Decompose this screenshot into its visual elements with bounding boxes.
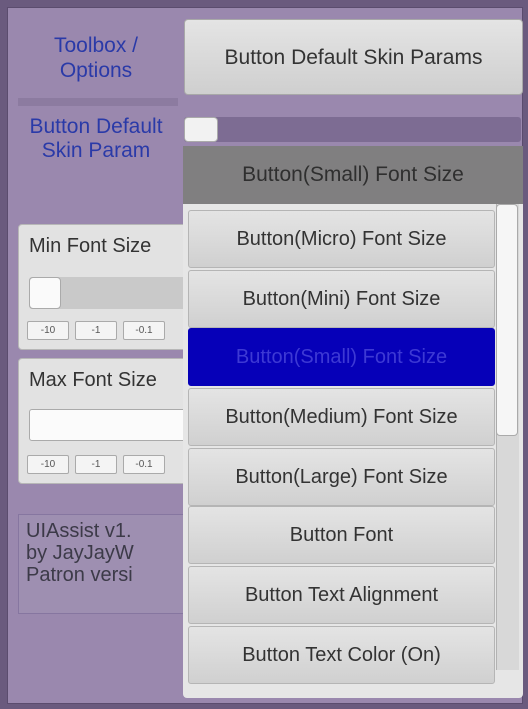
- horizontal-scroll-thumb[interactable]: [184, 117, 218, 142]
- info-line-3: Patron versi: [26, 564, 133, 586]
- step-minus-1-button[interactable]: -1: [75, 455, 117, 474]
- step-minus-1-button[interactable]: -1: [75, 321, 117, 340]
- dropdown-option[interactable]: Button(Mini) Font Size: [188, 270, 495, 328]
- dropdown-option[interactable]: Button(Large) Font Size: [188, 448, 495, 506]
- dropdown-option[interactable]: Button Font: [188, 506, 495, 564]
- max-font-step-buttons: -10 -1 -0.1: [27, 455, 165, 474]
- max-font-size-slider[interactable]: [29, 409, 189, 441]
- dropdown-option[interactable]: Button Text Alignment: [188, 566, 495, 624]
- step-minus-10-button[interactable]: -10: [27, 455, 69, 474]
- toolbox-options-tab[interactable]: Toolbox / Options: [18, 22, 174, 94]
- max-font-size-card: Max Font Size -10 -1 -0.1: [18, 358, 190, 484]
- section-label: Button Default Skin Param: [29, 115, 163, 162]
- info-line-2: by JayJayW: [26, 542, 134, 564]
- dropdown-option[interactable]: Button Text Color (On): [188, 626, 495, 684]
- divider: [18, 98, 178, 106]
- dropdown-option[interactable]: Button(Medium) Font Size: [188, 388, 495, 446]
- dropdown-list: Button(Micro) Font Size Button(Mini) Fon…: [183, 204, 523, 698]
- min-font-size-slider-handle[interactable]: [29, 277, 61, 309]
- step-minus-0.1-button[interactable]: -0.1: [123, 455, 165, 474]
- button-default-skin-params-button[interactable]: Button Default Skin Params: [184, 19, 523, 95]
- info-line-1: UIAssist v1.: [26, 520, 132, 542]
- max-font-size-title: Max Font Size: [29, 369, 157, 391]
- min-font-step-buttons: -10 -1 -0.1: [27, 321, 165, 340]
- step-minus-0.1-button[interactable]: -0.1: [123, 321, 165, 340]
- dropdown-selected-value[interactable]: Button(Small) Font Size: [183, 146, 523, 204]
- dropdown-option[interactable]: Button(Micro) Font Size: [188, 210, 495, 268]
- version-info: UIAssist v1. by JayJayW Patron versi: [18, 514, 188, 614]
- min-font-size-card: Min Font Size -10 -1 -0.1: [18, 224, 190, 350]
- dropdown-option-selected[interactable]: Button(Small) Font Size: [188, 328, 495, 386]
- min-font-size-title: Min Font Size: [29, 235, 152, 257]
- dropdown-scroll-thumb[interactable]: [496, 204, 518, 436]
- step-minus-10-button[interactable]: -10: [27, 321, 69, 340]
- horizontal-scrollbar[interactable]: [184, 117, 521, 142]
